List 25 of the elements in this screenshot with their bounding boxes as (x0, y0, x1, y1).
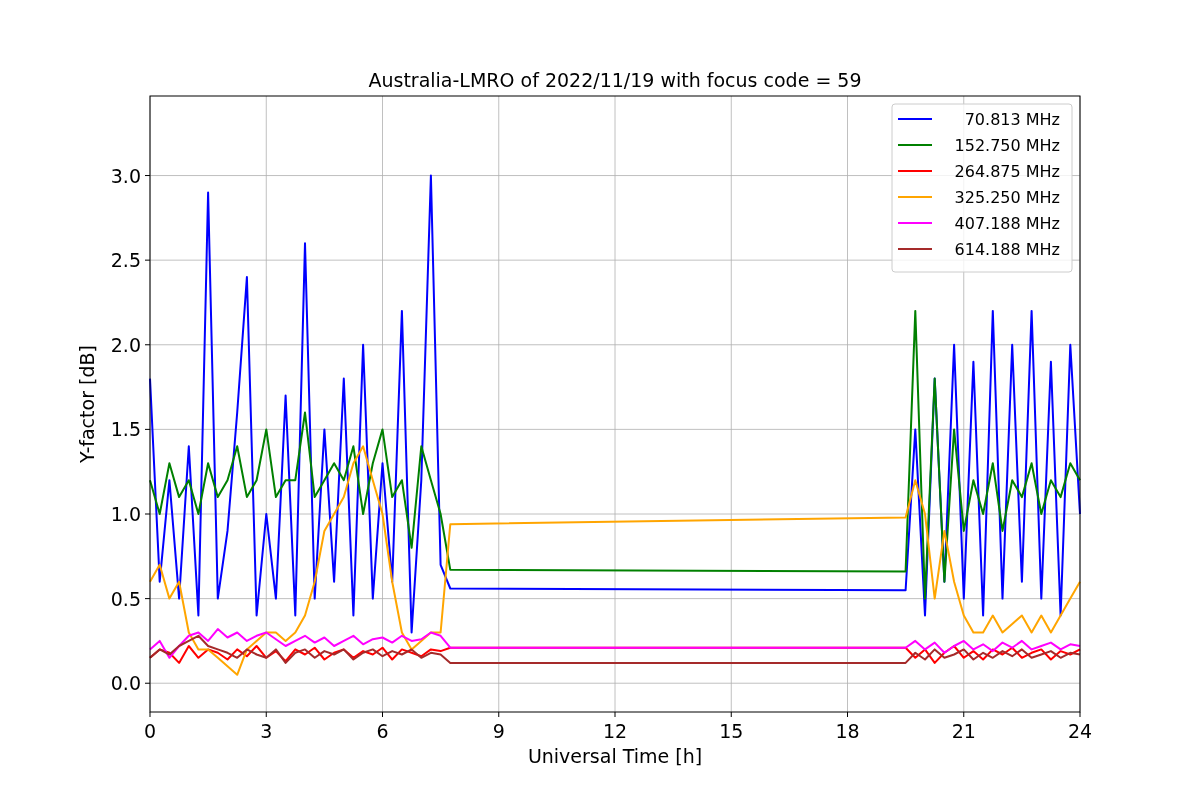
x-tick-label: 12 (602, 720, 628, 742)
y-tick-label: 0.5 (110, 587, 141, 610)
legend-label: 325.250 MHz (954, 188, 1060, 207)
x-tick-label: 24 (1067, 720, 1093, 742)
x-tick-label: 0 (143, 720, 157, 742)
x-tick-label: 9 (492, 720, 505, 742)
y-tick-label: 1.0 (110, 503, 141, 525)
legend-label: 264.875 MHz (954, 162, 1060, 181)
x-tick-label: 3 (260, 720, 273, 742)
y-tick-label: 1.5 (110, 418, 141, 441)
y-axis-label: Y-factor [dB] (76, 345, 98, 463)
x-axis-label: Universal Time [h] (527, 745, 703, 767)
x-tick-label: 6 (376, 720, 389, 742)
x-tick-label: 18 (835, 720, 860, 742)
y-tick-label: 2.5 (110, 249, 141, 272)
legend-label: 614.188 MHz (954, 240, 1060, 259)
x-tick-label: 15 (719, 720, 744, 742)
legend-label: 70.813 MHz (964, 110, 1060, 129)
legend-label: 407.188 MHz (954, 214, 1060, 233)
x-tick-label: 21 (951, 720, 976, 742)
chart-title: Australia-LMRO of 2022/11/19 with focus code = 59 (368, 69, 862, 91)
y-tick-label: 2.0 (110, 333, 141, 356)
y-tick-label: 3.0 (110, 164, 141, 187)
legend-label: 152.750 MHz (954, 136, 1060, 155)
y-tick-label: 0.0 (110, 672, 141, 695)
